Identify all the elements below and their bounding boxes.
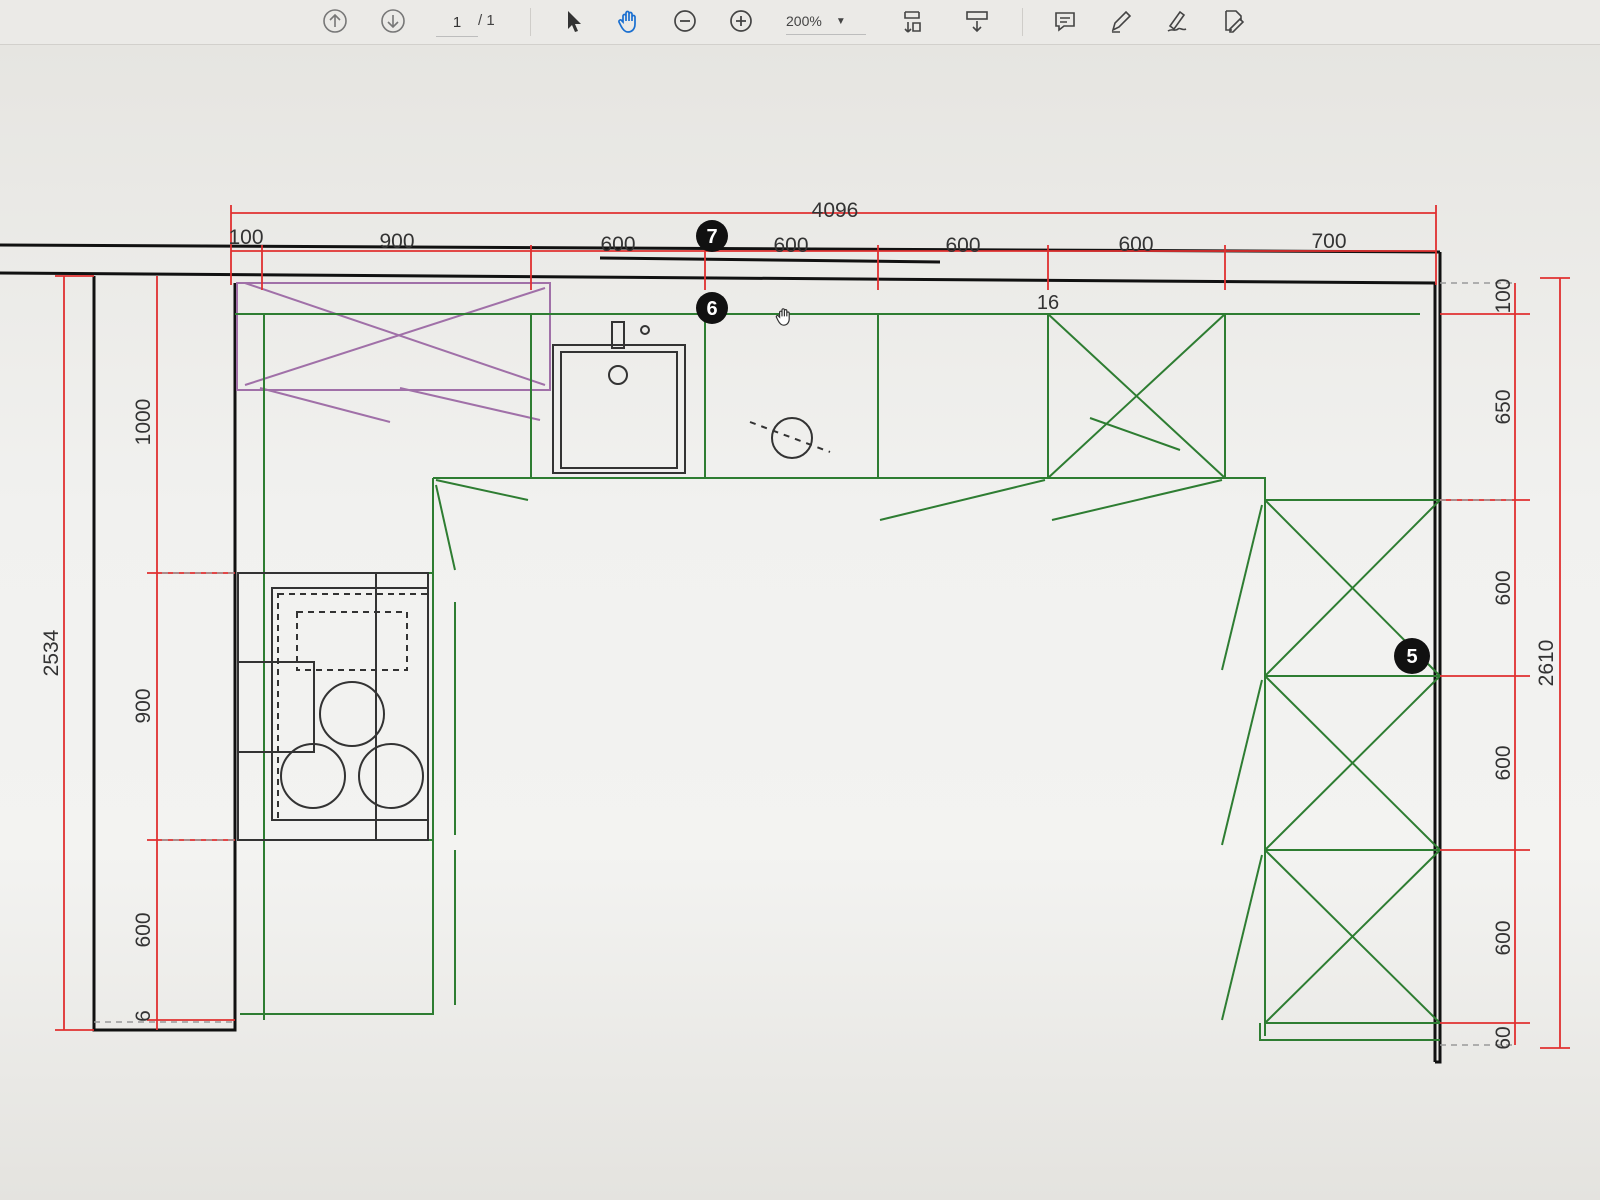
dim-right-5: 600 bbox=[1492, 920, 1515, 955]
dim-right-6: 60 bbox=[1492, 1026, 1515, 1049]
arrow-down-circle-icon[interactable] bbox=[376, 4, 410, 38]
marker-7[interactable]: 7 bbox=[696, 220, 728, 252]
zoom-in-icon[interactable] bbox=[724, 4, 758, 38]
fit-page-icon[interactable] bbox=[896, 4, 930, 38]
marker-16-label: 16 bbox=[1037, 292, 1059, 314]
base-cabinets bbox=[235, 313, 1441, 1041]
zoom-out-icon[interactable] bbox=[668, 4, 702, 38]
page-number-input[interactable] bbox=[436, 8, 478, 37]
zoom-dropdown-icon: ▼ bbox=[835, 15, 846, 27]
dim-left-1: 1000 bbox=[132, 399, 155, 446]
kitchen-floor-plan: 4096 100 900 600 600 600 600 700 2534 10… bbox=[0, 199, 1570, 1064]
scroll-mode-icon[interactable] bbox=[960, 4, 994, 38]
dim-top-2: 900 bbox=[379, 230, 414, 253]
toolbar-divider bbox=[530, 8, 531, 36]
hob bbox=[237, 572, 429, 841]
dim-left-4: 6 bbox=[132, 1010, 155, 1022]
toolbar-divider bbox=[1022, 8, 1023, 36]
pdf-toolbar: / 1 200% ▼ bbox=[0, 0, 1600, 45]
dim-right-overall: 2610 bbox=[1535, 640, 1558, 687]
dim-top-6: 600 bbox=[1118, 233, 1153, 256]
dishwasher-symbol bbox=[749, 417, 831, 459]
hand-cursor-icon bbox=[775, 308, 790, 326]
sign-icon[interactable] bbox=[1160, 4, 1194, 38]
marker-7-label: 7 bbox=[706, 226, 717, 248]
dim-top-overall: 4096 bbox=[812, 199, 859, 222]
dim-right-4: 600 bbox=[1492, 745, 1515, 780]
dim-right-1: 100 bbox=[1492, 278, 1515, 313]
pen-icon[interactable] bbox=[1104, 4, 1138, 38]
marker-6-label: 6 bbox=[706, 298, 717, 320]
document-canvas[interactable]: 4096 100 900 600 600 600 600 700 2534 10… bbox=[0, 45, 1600, 1200]
dim-top-3: 600 bbox=[600, 233, 635, 256]
dim-left-overall: 2534 bbox=[40, 629, 63, 676]
dim-right-3: 600 bbox=[1492, 570, 1515, 605]
comment-icon[interactable] bbox=[1048, 4, 1082, 38]
extension-lines bbox=[94, 282, 1515, 1046]
dim-left-2: 900 bbox=[132, 688, 155, 723]
dimension-lines bbox=[55, 205, 1570, 1049]
marker-5[interactable]: 5 bbox=[1394, 638, 1430, 674]
marker-6[interactable]: 6 bbox=[696, 292, 728, 324]
dim-top-4: 600 bbox=[773, 234, 808, 257]
dim-left-3: 600 bbox=[132, 912, 155, 947]
sink bbox=[552, 321, 686, 474]
page-total: / 1 bbox=[478, 12, 495, 29]
dim-right-2: 650 bbox=[1492, 389, 1515, 424]
marker-5-label: 5 bbox=[1406, 646, 1417, 668]
dim-top-5: 600 bbox=[945, 234, 980, 257]
dim-top-7: 700 bbox=[1311, 230, 1346, 253]
zoom-select[interactable]: 200% ▼ bbox=[786, 8, 866, 35]
edit-pdf-icon[interactable] bbox=[1216, 4, 1250, 38]
zoom-value: 200% bbox=[786, 13, 822, 29]
hand-icon[interactable] bbox=[612, 4, 646, 38]
pointer-icon[interactable] bbox=[556, 4, 590, 38]
arrow-up-circle-icon[interactable] bbox=[318, 4, 352, 38]
dim-top-1: 100 bbox=[228, 226, 263, 249]
wall-cabinets-left bbox=[236, 282, 551, 423]
